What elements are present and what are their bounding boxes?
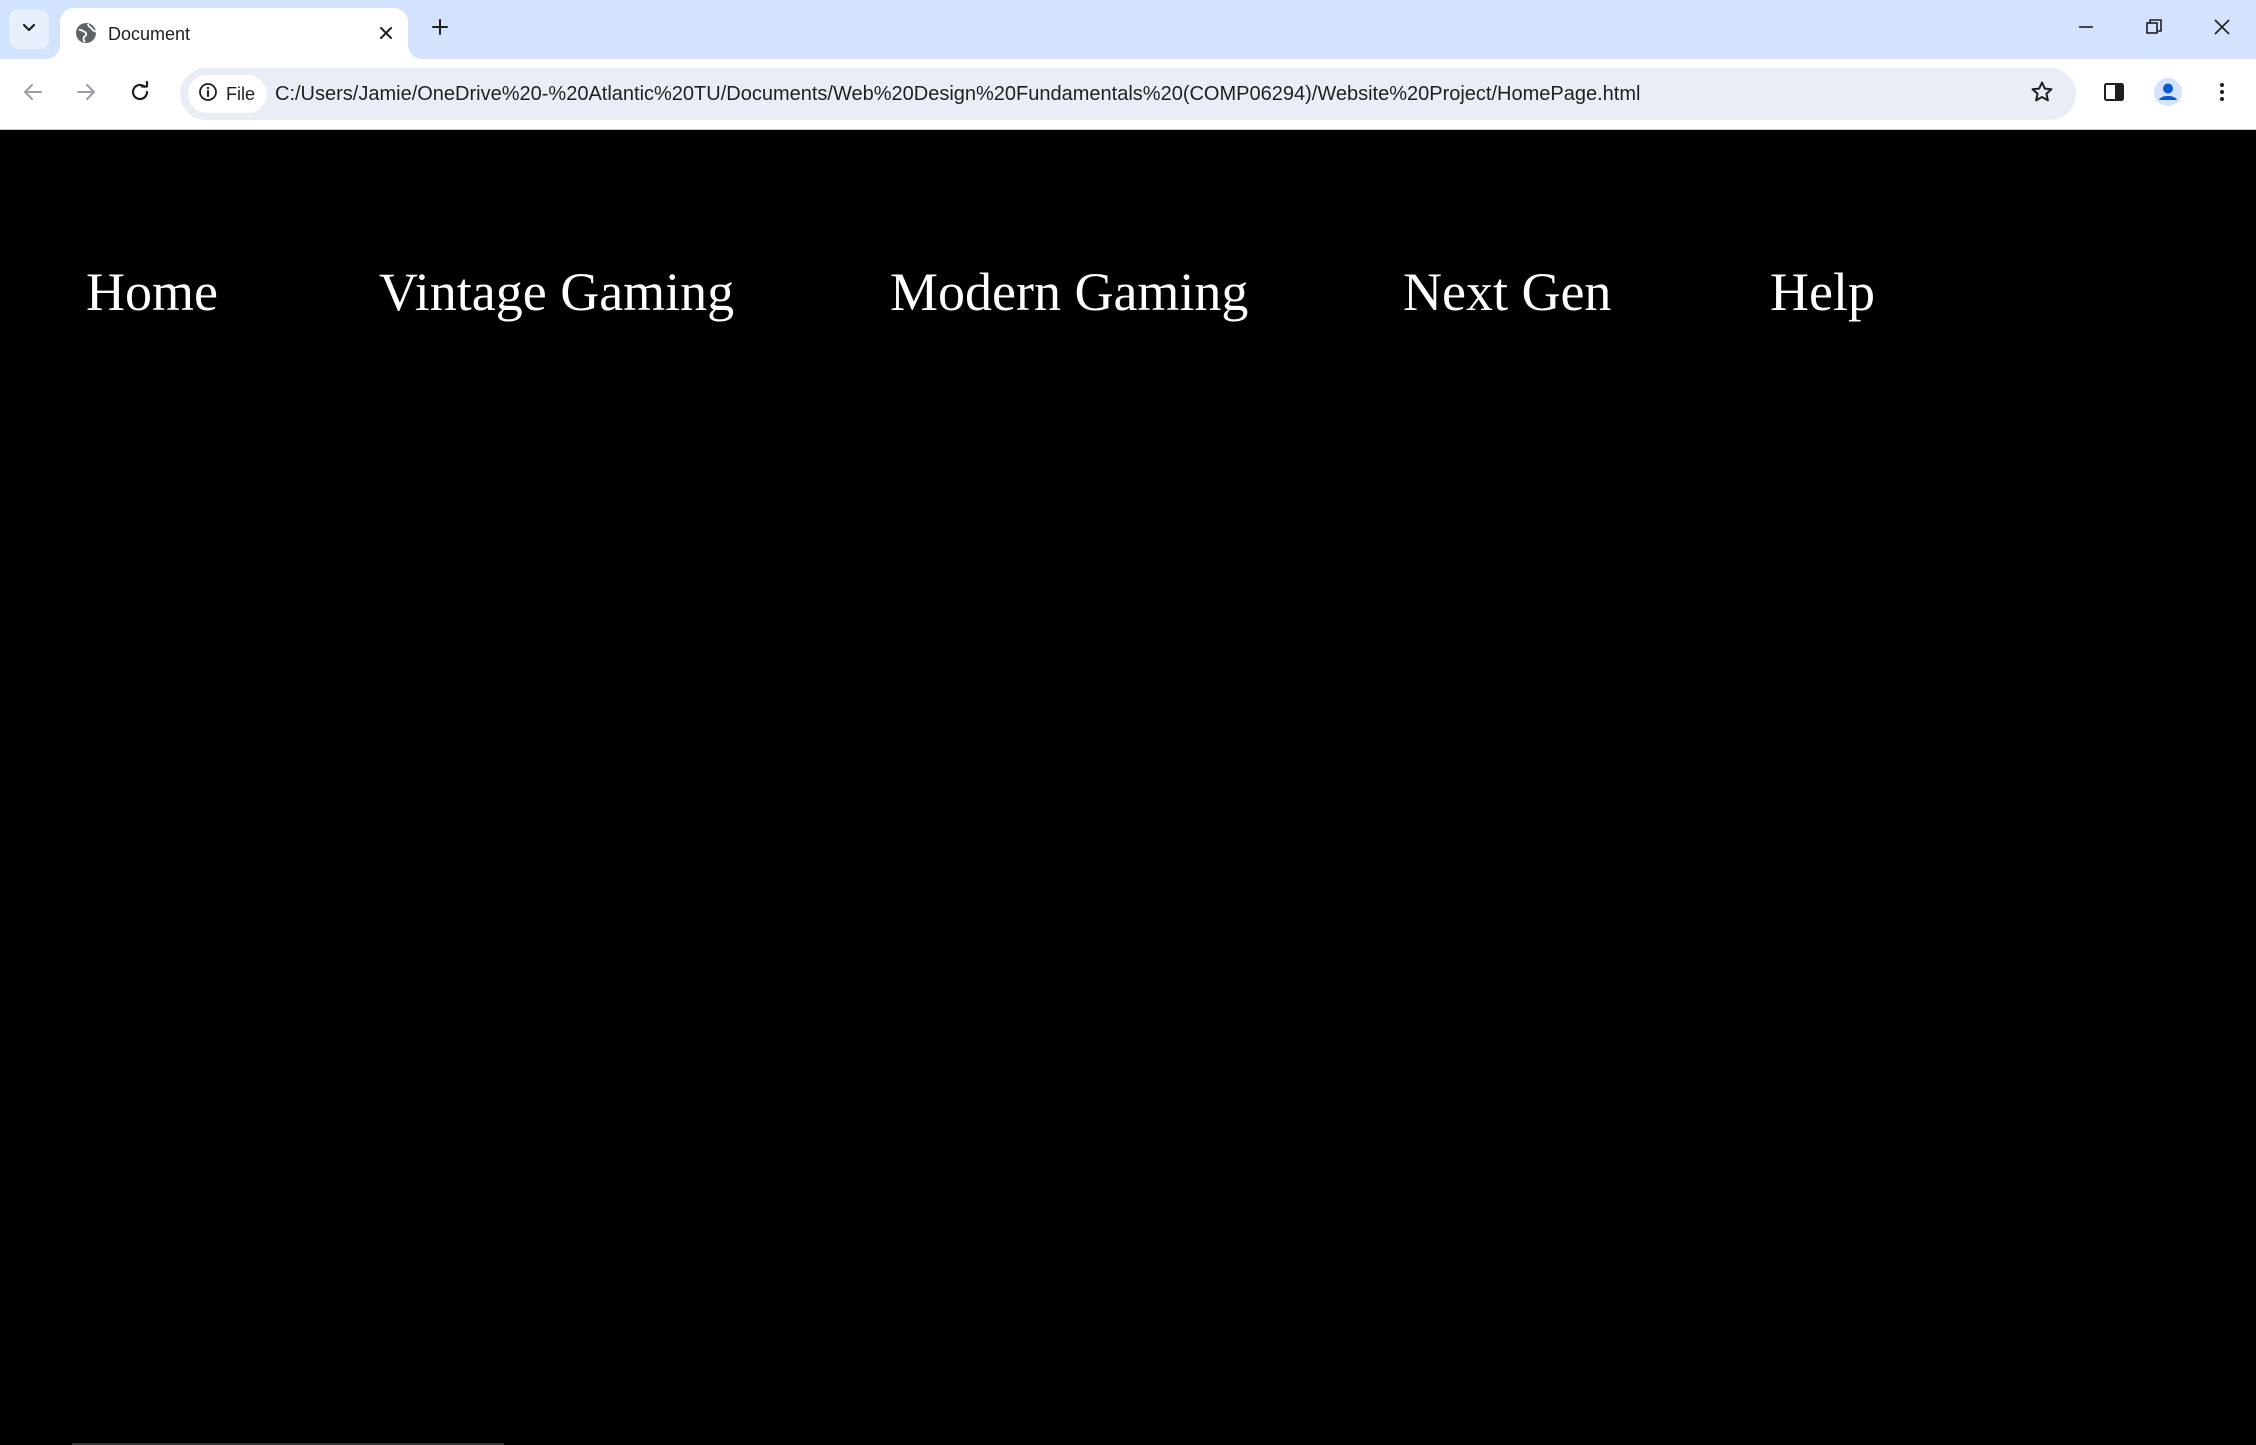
globe-icon (74, 21, 98, 45)
address-bar[interactable]: File C:/Users/Jamie/OneDrive%20-%20Atlan… (180, 68, 2076, 120)
info-icon (198, 82, 218, 107)
minimize-icon (2077, 18, 2095, 41)
page-viewport: Home Vintage Gaming Modern Gaming Next G… (0, 130, 2256, 1445)
reload-button[interactable] (120, 74, 160, 114)
close-window-button[interactable] (2188, 0, 2256, 59)
tab-close-icon[interactable] (372, 19, 400, 47)
browser-tab-strip: Document (0, 0, 2256, 59)
tab-search-button[interactable] (9, 9, 49, 49)
back-button[interactable] (13, 74, 53, 114)
bookmark-button[interactable] (2022, 74, 2062, 114)
reload-icon (128, 80, 152, 109)
forward-arrow-icon (74, 80, 98, 109)
restore-icon (2145, 18, 2163, 41)
back-arrow-icon (21, 80, 45, 109)
plus-icon (430, 17, 450, 42)
restore-button[interactable] (2120, 0, 2188, 59)
url-text[interactable]: C:/Users/Jamie/OneDrive%20-%20Atlantic%2… (275, 82, 1640, 106)
site-info-label: File (226, 83, 256, 104)
nav-link-modern-gaming[interactable]: Modern Gaming (890, 260, 1248, 324)
forward-button[interactable] (66, 74, 106, 114)
star-icon (2030, 80, 2054, 109)
side-panel-button[interactable] (2094, 74, 2134, 114)
profile-button[interactable] (2148, 74, 2188, 114)
browser-toolbar: File C:/Users/Jamie/OneDrive%20-%20Atlan… (0, 59, 2256, 130)
more-vert-icon (2210, 80, 2234, 109)
minimize-button[interactable] (2052, 0, 2120, 59)
site-info-chip[interactable]: File (188, 75, 268, 113)
nav-link-help[interactable]: Help (1770, 260, 1875, 324)
nav-link-vintage-gaming[interactable]: Vintage Gaming (379, 260, 734, 324)
close-icon (2213, 18, 2231, 41)
nav-link-next-gen[interactable]: Next Gen (1403, 260, 1611, 324)
new-tab-button[interactable] (422, 11, 458, 47)
more-menu-button[interactable] (2202, 74, 2242, 114)
browser-tab-active[interactable]: Document (60, 8, 408, 59)
profile-icon (2153, 77, 2183, 112)
side-panel-icon (2102, 80, 2126, 109)
nav-link-home[interactable]: Home (86, 260, 218, 324)
tab-title: Document (108, 24, 191, 44)
chevron-down-icon (19, 17, 39, 42)
